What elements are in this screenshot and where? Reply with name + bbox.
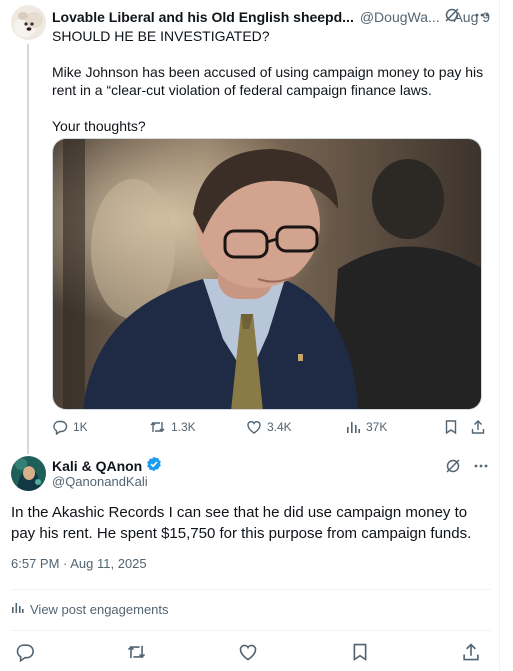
post-header: Lovable Liberal and his Old English shee…: [52, 7, 492, 27]
share-button[interactable]: [470, 419, 486, 435]
avatar-parent[interactable]: [11, 5, 46, 40]
more-icon[interactable]: [474, 7, 490, 26]
divider: [11, 630, 491, 631]
share-icon: [470, 419, 486, 435]
user-handle[interactable]: @QanonandKali: [52, 474, 148, 489]
reply-button[interactable]: 1K: [52, 419, 88, 435]
reply-actions: [0, 640, 500, 664]
bookmark-icon[interactable]: [350, 642, 370, 667]
post-paragraph: Mike Johnson has been accused of using c…: [52, 64, 484, 98]
repost-icon[interactable]: [126, 642, 147, 667]
repost-icon: [149, 419, 166, 435]
post-paragraph: [52, 99, 492, 117]
grok-icon[interactable]: [445, 458, 461, 479]
bookmark-icon: [443, 419, 459, 435]
engagements-icon: [11, 601, 24, 617]
like-icon[interactable]: [238, 642, 258, 667]
user-handle[interactable]: @DougWa...: [360, 9, 440, 25]
reply-icon[interactable]: [15, 642, 35, 667]
post-actions: 1K 1.3K 3.4K 37K: [52, 419, 490, 439]
post-text: SHOULD HE BE INVESTIGATED? Mike Johnson …: [52, 27, 492, 135]
display-name[interactable]: Lovable Liberal and his Old English shee…: [52, 9, 354, 25]
views-count: 37K: [366, 420, 388, 434]
repost-count: 1.3K: [171, 420, 196, 434]
more-icon[interactable]: [473, 458, 489, 479]
reply-name-row: Kali & QAnon: [52, 456, 162, 475]
repost-button[interactable]: 1.3K: [149, 419, 196, 435]
like-icon: [246, 419, 262, 435]
share-icon[interactable]: [461, 642, 481, 667]
like-count: 3.4K: [267, 420, 292, 434]
grok-icon[interactable]: [444, 7, 460, 26]
views-icon: [345, 419, 361, 435]
reply-icon: [52, 419, 68, 435]
post-paragraph: Your thoughts?: [52, 118, 146, 134]
reply-text: In the Akashic Records I can see that he…: [11, 504, 472, 542]
reply-header-icons: [445, 458, 489, 479]
thread-line: [27, 44, 29, 454]
post-photo[interactable]: [52, 138, 482, 410]
like-button[interactable]: 3.4K: [246, 419, 292, 435]
post-paragraph: [52, 45, 492, 63]
conversation-panel: Lovable Liberal and his Old English shee…: [0, 0, 500, 671]
view-engagements-link[interactable]: View post engagements: [11, 601, 169, 617]
avatar-reply[interactable]: [11, 456, 46, 491]
display-name[interactable]: Kali & QAnon: [52, 458, 142, 474]
divider: [11, 589, 491, 590]
post-timestamp[interactable]: 6:57 PM · Aug 11, 2025: [11, 556, 147, 571]
reply-count: 1K: [73, 420, 88, 434]
post-paragraph: SHOULD HE BE INVESTIGATED?: [52, 28, 270, 44]
bookmark-button[interactable]: [443, 419, 459, 435]
views-button[interactable]: 37K: [345, 419, 387, 435]
engagements-label: View post engagements: [30, 601, 169, 617]
verified-badge-icon: [146, 456, 162, 475]
